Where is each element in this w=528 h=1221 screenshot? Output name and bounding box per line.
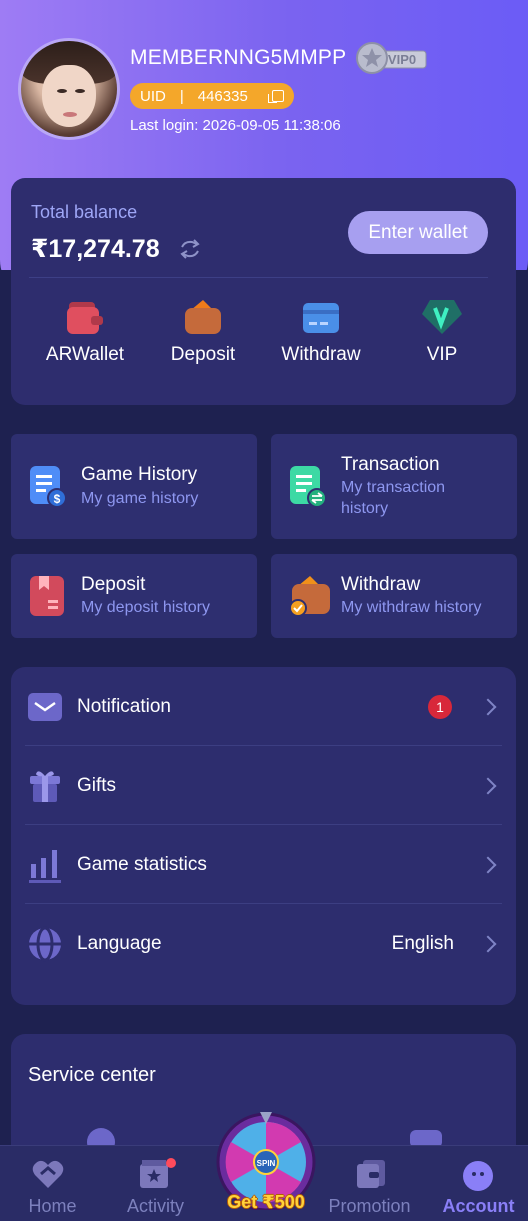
balance-title: Total balance	[31, 202, 138, 222]
history-title: Game History	[81, 464, 198, 485]
last-login: Last login: 2026-09-05 11:38:06	[130, 117, 341, 134]
uid-label: UID	[140, 87, 166, 105]
activity-icon	[140, 1158, 176, 1188]
menu-gifts[interactable]: Gifts	[25, 746, 502, 825]
tab-activity[interactable]: Activity	[103, 1146, 208, 1221]
history-title: Deposit	[81, 574, 146, 595]
quick-label: ARWallet	[45, 344, 125, 365]
spin-label: Get ₹500	[227, 1192, 305, 1212]
menu-notification[interactable]: Notification 1	[25, 667, 502, 746]
vip-badge-text: VIP0	[388, 52, 416, 67]
menu-label: Notification	[77, 695, 171, 717]
balance-card: Total balance ₹17,274.78 Enter wallet AR…	[11, 178, 516, 405]
svg-text:$: $	[54, 492, 61, 506]
menu-game-statistics[interactable]: Game statistics	[25, 825, 502, 904]
menu-label: Language	[77, 932, 162, 954]
history-title: Withdraw	[341, 574, 421, 595]
quick-vip[interactable]: VIP	[383, 298, 501, 366]
history-title: Transaction	[341, 454, 440, 475]
tab-account[interactable]: Account	[426, 1146, 528, 1221]
quick-arwallet[interactable]: ARWallet	[26, 298, 144, 366]
gift-icon	[25, 766, 65, 806]
history-subtitle: My game history	[81, 490, 199, 507]
avatar[interactable]	[18, 38, 120, 140]
tab-home[interactable]: Home	[0, 1146, 105, 1221]
history-deposit[interactable]: Deposit My deposit history	[11, 554, 257, 638]
tab-promotion[interactable]: Promotion	[317, 1146, 422, 1221]
menu-label: Game statistics	[77, 853, 207, 875]
history-game[interactable]: $ Game History My game history	[11, 434, 257, 539]
uid-separator: |	[179, 87, 184, 105]
username: MEMBERNNG5MMPP	[130, 46, 347, 69]
bar-chart-icon	[25, 845, 65, 885]
quick-withdraw[interactable]: Withdraw	[262, 298, 380, 366]
tab-label: Activity	[126, 1196, 184, 1216]
uid-value: 446335	[197, 87, 248, 105]
chevron-right-icon	[479, 856, 497, 873]
vip-icon	[422, 300, 462, 334]
quick-label: Withdraw	[281, 344, 361, 365]
quick-label: VIP	[426, 344, 458, 365]
deposit-history-icon	[30, 576, 64, 616]
tab-label: Promotion	[328, 1196, 411, 1216]
spin-text: SPIN	[257, 1159, 276, 1168]
enter-wallet-button[interactable]: Enter wallet	[348, 211, 488, 254]
copy-icon[interactable]	[268, 90, 284, 103]
home-icon	[32, 1160, 64, 1188]
arwallet-icon	[67, 302, 103, 334]
divider	[29, 277, 488, 278]
spin-wheel-button[interactable]: SPIN Get ₹500	[213, 1110, 319, 1221]
menu-label: Gifts	[77, 774, 117, 796]
balance-amount: ₹17,274.78	[31, 235, 160, 263]
game-history-icon: $	[30, 466, 66, 508]
account-icon	[463, 1161, 493, 1191]
refresh-icon[interactable]	[177, 238, 203, 260]
history-transaction[interactable]: Transaction My transaction history	[271, 434, 517, 539]
tab-label: Home	[28, 1196, 77, 1216]
notification-badge: 1	[428, 694, 452, 719]
quick-deposit[interactable]: Deposit	[144, 298, 262, 366]
globe-icon	[25, 924, 65, 964]
menu-language[interactable]: Language English	[25, 904, 502, 983]
chevron-right-icon	[479, 698, 497, 715]
history-subtitle: My transaction history	[341, 479, 446, 517]
quick-label: Deposit	[170, 344, 236, 365]
chevron-right-icon	[479, 935, 497, 952]
history-subtitle: My deposit history	[81, 599, 210, 616]
language-value: English	[391, 932, 454, 954]
promotion-icon	[357, 1160, 385, 1188]
chevron-right-icon	[479, 777, 497, 794]
withdraw-icon	[303, 303, 339, 333]
deposit-icon	[185, 300, 221, 334]
history-subtitle: My withdraw history	[341, 599, 482, 616]
withdraw-history-icon	[289, 576, 330, 617]
settings-menu: Notification 1 Gifts Game statistics Lan…	[11, 667, 516, 1005]
transaction-history-icon	[290, 466, 326, 508]
mail-icon	[25, 687, 65, 727]
uid-pill: UID | 446335	[130, 83, 294, 109]
history-withdraw[interactable]: Withdraw My withdraw history	[271, 554, 517, 638]
service-title: Service center	[28, 1064, 156, 1086]
tab-label: Account	[442, 1196, 515, 1216]
vip-badge-icon: VIP0	[356, 42, 427, 74]
